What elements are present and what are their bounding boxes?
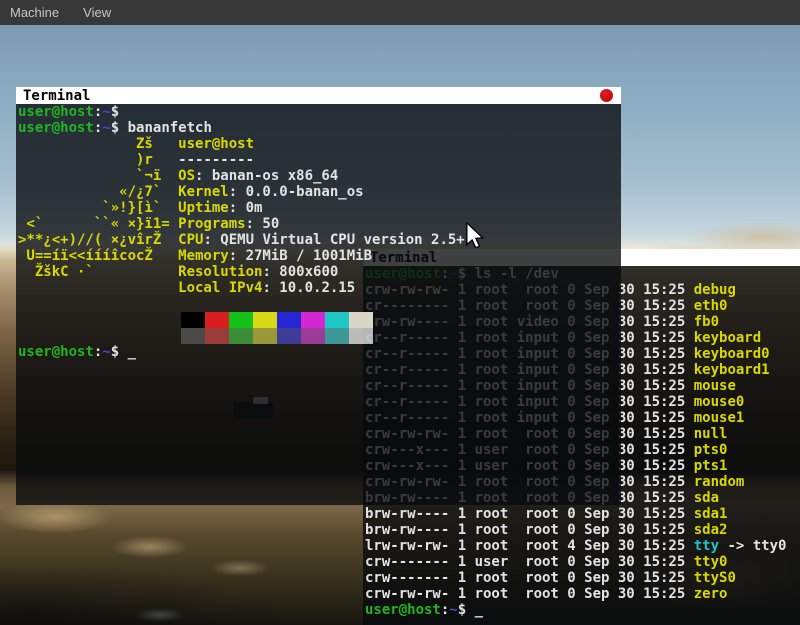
text-cursor: _ (119, 344, 136, 360)
fetch-line: `»!}[ì`Uptime: 0m (18, 200, 621, 216)
color-swatch (277, 328, 301, 344)
color-swatch (349, 312, 373, 328)
color-swatch (325, 328, 349, 344)
color-swatch (325, 312, 349, 328)
fetch-line: U==íï<<íííîcocŽMemory: 27MiB / 1001MiB (18, 248, 621, 264)
shell-prompt-line: user@host:~$ bananfetch (18, 120, 621, 136)
color-swatch (181, 328, 205, 344)
fetch-line: ŽškC ·`Resolution: 800x600 (18, 264, 621, 280)
terminal-window-fetch[interactable]: Terminal user@host:~$ user@host:~$ banan… (16, 87, 621, 505)
vm-menubar: Machine View (0, 0, 800, 25)
color-swatch (205, 328, 229, 344)
ls-row: crw-rw-rw- 1 root root 0 Sep 30 15:25 ze… (365, 586, 800, 602)
color-swatch (349, 328, 373, 344)
menu-machine[interactable]: Machine (10, 5, 59, 21)
terminal-color-palette-bright (181, 328, 621, 344)
fetch-line: )r--------- (18, 152, 621, 168)
fetch-line: `¬ïOS: banan-os x86_64 (18, 168, 621, 184)
color-swatch (205, 312, 229, 328)
shell-prompt-line: user@host:~$ _ (365, 602, 800, 618)
color-swatch (253, 312, 277, 328)
fetch-line: «/¿7`Kernel: 0.0.0-banan_os (18, 184, 621, 200)
terminal-color-palette-normal (181, 312, 621, 328)
fetch-line: >**¿<+)//( ×¿vîrŽCPU: QEMU Virtual CPU v… (18, 232, 621, 248)
menu-view[interactable]: View (83, 5, 111, 21)
color-swatch (253, 328, 277, 344)
terminal1-title: Terminal (23, 88, 90, 104)
color-swatch (229, 328, 253, 344)
shell-prompt-line: user@host:~$ (18, 104, 621, 120)
color-swatch (277, 312, 301, 328)
text-cursor: _ (466, 602, 483, 618)
terminal1-titlebar[interactable]: Terminal (16, 87, 621, 104)
bananfetch-output: Zšuser@host )r--------- `¬ïOS: banan-os … (18, 136, 621, 296)
ls-row: lrw-rw-rw- 1 root root 4 Sep 30 15:25 tt… (365, 538, 800, 554)
fetch-line: <` ``« ×}ï1=Programs: 50 (18, 216, 621, 232)
fetch-line: Zšuser@host (18, 136, 621, 152)
color-swatch (301, 312, 325, 328)
color-swatch (229, 312, 253, 328)
color-swatch (181, 312, 205, 328)
ls-row: brw-rw---- 1 root root 0 Sep 30 15:25 sd… (365, 506, 800, 522)
ls-row: crw------- 1 user root 0 Sep 30 15:25 tt… (365, 554, 800, 570)
fetch-line: Local IPv4: 10.0.2.15 (18, 280, 621, 296)
blank-line (18, 296, 621, 312)
terminal1-content[interactable]: user@host:~$ user@host:~$ bananfetch Zšu… (16, 104, 621, 505)
command-text: bananfetch (119, 120, 212, 136)
color-swatch (301, 328, 325, 344)
vm-screen: Machine View Terminal user@host:~$ ls -l… (0, 0, 800, 625)
terminal1-close-button[interactable] (600, 89, 613, 102)
shell-prompt-line: user@host:~$ _ (18, 344, 621, 360)
mouse-cursor-icon (466, 222, 484, 248)
ls-row: crw------- 1 root root 0 Sep 30 15:25 tt… (365, 570, 800, 586)
ls-row: brw-rw---- 1 root root 0 Sep 30 15:25 sd… (365, 522, 800, 538)
